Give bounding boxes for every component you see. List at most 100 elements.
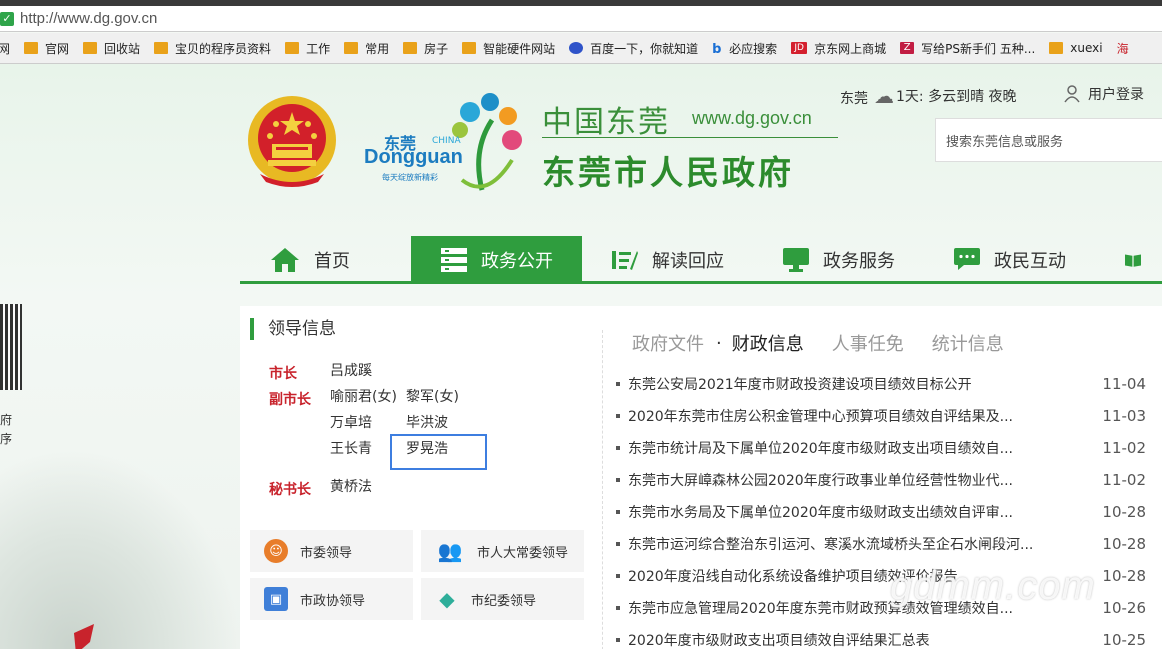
logo-slogan: 每天绽放新精彩 (382, 173, 438, 182)
news-item[interactable]: 东莞市水务局及下属单位2020年度市级财政支出绩效自评审... 10-28 (616, 496, 1146, 528)
tab-statistics[interactable]: 统计信息 (932, 330, 1004, 356)
role-secretary: 秘书长 (269, 482, 311, 498)
card-party-leaders[interactable]: ☺ 市委领导 (250, 530, 413, 572)
qr-code-icon[interactable] (0, 304, 22, 390)
leader-name[interactable]: 喻丽君(女) (330, 386, 397, 406)
leader-name[interactable]: 万卓培 (330, 412, 372, 432)
nav-item-service[interactable]: 政务服务 (753, 236, 924, 284)
nav-label: 政民互动 (994, 251, 1066, 272)
leader-name[interactable]: 毕洪波 (406, 412, 448, 432)
bookmark-item[interactable]: 工作 (285, 40, 330, 57)
nav-item-home[interactable]: 首页 (240, 236, 411, 284)
bullet (616, 414, 620, 418)
tab-separator: · (716, 332, 722, 354)
bookmark-item[interactable]: 房子 (403, 40, 448, 57)
qr-label: 序 (0, 432, 13, 446)
secure-check-icon: ✓ (0, 11, 14, 26)
bookmark-item[interactable]: 官网 (24, 40, 69, 57)
role-mayor: 市长 (269, 366, 297, 382)
logo-china: CHINA (432, 136, 461, 146)
people-icon: 👥 (437, 539, 463, 563)
bing-icon: b (712, 42, 722, 57)
bullet (616, 638, 620, 642)
card-cppcc-leaders[interactable]: ▣ 市政协领导 (250, 578, 413, 620)
bookmark-item[interactable]: 网 (0, 40, 10, 57)
bookmark-item[interactable]: 宝贝的程序员资料 (154, 40, 271, 57)
chat-icon (954, 248, 980, 270)
nav-item-more[interactable] (1095, 236, 1155, 284)
main-nav: 首页 政务公开 解读回应 政务服务 政民互动 (240, 236, 1162, 284)
site-title-cn: 中国东莞 (542, 105, 670, 140)
folder-icon (24, 42, 39, 54)
tab-gov-docs[interactable]: 政府文件 (632, 330, 704, 356)
address-bar[interactable]: ✓ http://www.dg.gov.cn (0, 6, 1162, 32)
layers-icon: ◆ (439, 587, 455, 611)
nav-item-interaction[interactable]: 政民互动 (924, 236, 1095, 284)
nav-label: 政务公开 (481, 251, 553, 272)
panel-divider (602, 330, 603, 649)
bookmark-item[interactable]: JD 京东网上商城 (791, 40, 886, 57)
login-link[interactable]: 用户登录 (1064, 84, 1144, 104)
url-text[interactable]: http://www.dg.gov.cn (20, 10, 157, 27)
bookmark-item[interactable]: 智能硬件网站 (462, 40, 555, 57)
dongguan-logo[interactable]: 东莞 CHINA Dongguan 每天绽放新精彩 (362, 90, 532, 200)
bullet (616, 446, 620, 450)
nav-label: 解读回应 (652, 251, 724, 272)
bullet (616, 382, 620, 386)
bookmark-item[interactable]: 百度一下，你就知道 (569, 40, 698, 57)
bookmarks-bar: 网 官网 回收站 宝贝的程序员资料 工作 常用 房子 智能硬件网站 百度一下，你… (0, 33, 1162, 64)
news-item[interactable]: 东莞市大屏嶂森林公园2020年度行政事业单位经营性物业代... 11-02 (616, 464, 1146, 496)
folder-icon (1049, 42, 1064, 54)
book-icon (1125, 254, 1141, 267)
nav-item-gov-open[interactable]: 政务公开 (411, 236, 582, 284)
interpret-icon (612, 251, 638, 270)
person-icon: ☺ (264, 539, 288, 563)
leader-name[interactable]: 黄桥法 (330, 476, 372, 496)
news-item[interactable]: 东莞公安局2021年度市财政投资建设项目绩效目标公开 11-04 (616, 368, 1146, 400)
home-icon (271, 248, 299, 272)
card-discipline-leaders[interactable]: ◆ 市纪委领导 (421, 578, 584, 620)
zhihu-icon: Z (900, 42, 915, 54)
folder-icon (83, 42, 98, 54)
baidu-icon (569, 42, 584, 54)
bookmark-item[interactable]: xuexi (1049, 41, 1103, 55)
leader-name[interactable]: 王长青 (330, 438, 372, 458)
qr-label: 府 (0, 413, 13, 427)
card-npc-leaders[interactable]: 👥 市人大常委领导 (421, 530, 584, 572)
user-icon (1064, 85, 1080, 103)
tab-finance[interactable]: 财政信息 (732, 330, 804, 356)
monitor-icon (783, 248, 809, 272)
news-tabs: 政府文件 · 财政信息 人事任免 统计信息 (632, 330, 1032, 356)
search-input[interactable]: 搜索东莞信息或服务 (935, 118, 1162, 162)
weather-widget[interactable]: 东莞 ☁ 1天: 多云到晴 夜晚 (840, 84, 1017, 108)
bookmark-item[interactable]: b 必应搜索 (712, 40, 777, 58)
folder-icon (344, 42, 359, 54)
folder-icon (154, 42, 169, 54)
bullet (616, 510, 620, 514)
bookmark-item[interactable]: 海 (1117, 40, 1129, 57)
highlight-box (390, 434, 487, 470)
news-item[interactable]: 东莞市运河综合整治东引运河、寒溪水流域桥头至企石水闸段河... 10-28 (616, 528, 1146, 560)
site-title-gov: 东莞市人民政府 (542, 153, 794, 192)
leader-name[interactable]: 吕成蹊 (330, 360, 372, 380)
badge-icon: ▣ (264, 587, 288, 611)
weather-city: 东莞 (840, 91, 868, 107)
bullet (616, 542, 620, 546)
news-item[interactable]: 东莞市统计局及下属单位2020年度市级财政支出项目绩效自... 11-02 (616, 432, 1146, 464)
leader-name[interactable]: 黎军(女) (406, 386, 459, 406)
login-label: 用户登录 (1088, 87, 1144, 103)
bookmark-item[interactable]: Z 写给PS新手们 五种... (900, 40, 1035, 57)
news-item[interactable]: 2020年东莞市住房公积金管理中心预算项目绩效自评结果及... 11-03 (616, 400, 1146, 432)
nav-item-interpret[interactable]: 解读回应 (582, 236, 753, 284)
bookmark-item[interactable]: 常用 (344, 40, 389, 57)
logo-en: Dongguan (364, 146, 463, 168)
weather-text: 1天: 多云到晴 夜晚 (896, 89, 1017, 105)
folder-icon (462, 42, 477, 54)
search-placeholder: 搜索东莞信息或服务 (946, 134, 1064, 150)
tab-personnel[interactable]: 人事任免 (832, 330, 904, 356)
list-icon (441, 248, 467, 272)
national-emblem-icon (248, 96, 336, 187)
bookmark-item[interactable]: 回收站 (83, 40, 140, 57)
news-item[interactable]: 2020年度市级财政支出项目绩效自评结果汇总表 10-25 (616, 624, 1146, 649)
nav-label: 政务服务 (823, 251, 895, 272)
